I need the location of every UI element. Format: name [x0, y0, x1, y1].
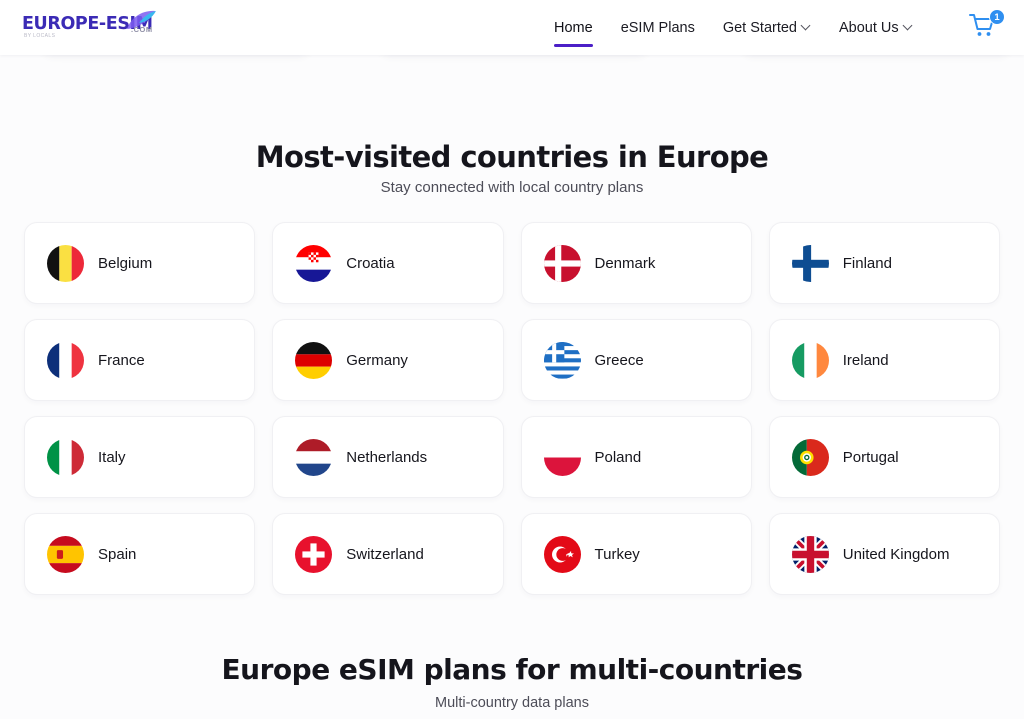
country-card-switzerland[interactable]: Switzerland: [272, 513, 504, 595]
active-tab-indicator: [554, 44, 593, 47]
main-navigation: Home eSIM Plans Get Started About Us: [540, 0, 927, 55]
nav-item-get-started[interactable]: Get Started: [709, 0, 825, 55]
chevron-down-icon: [802, 21, 811, 30]
country-card-spain[interactable]: Spain: [24, 513, 256, 595]
country-card-united-kingdom[interactable]: United Kingdom: [768, 513, 1000, 595]
flag-portugal-icon: [791, 438, 829, 476]
country-label: Germany: [346, 351, 408, 369]
country-card-greece[interactable]: Greece: [520, 319, 752, 401]
multi-country-title: Europe eSIM plans for multi-countries: [221, 653, 803, 686]
country-card-germany[interactable]: Germany: [272, 319, 504, 401]
flag-finland-icon: [791, 244, 829, 282]
country-label: Ireland: [842, 351, 889, 369]
chevron-down-icon: [904, 21, 913, 30]
country-label: Greece: [594, 351, 644, 369]
logo-tagline: BY LOCALS: [24, 33, 56, 39]
country-card-finland[interactable]: Finland: [768, 222, 1000, 304]
country-label: Croatia: [346, 254, 395, 272]
country-label: Belgium: [98, 254, 153, 272]
country-card-france[interactable]: France: [24, 319, 256, 401]
page-title: Most-visited countries in Europe: [255, 140, 769, 174]
flag-netherlands-icon: [295, 438, 333, 476]
nav-item-about-us[interactable]: About Us: [825, 0, 927, 55]
cart-button[interactable]: 1: [968, 9, 1006, 44]
country-grid: Belgium Croatia Denmark Finland France G…: [24, 222, 1000, 610]
country-card-croatia[interactable]: Croatia: [272, 222, 504, 304]
multi-country-subtitle: Multi-country data plans: [435, 695, 589, 711]
page-root: EUROPE-ESIM .COM BY LOCALS Home eSIM Pla…: [0, 0, 1024, 719]
logo-swoosh-icon: [127, 10, 156, 29]
country-card-netherlands[interactable]: Netherlands: [272, 416, 504, 498]
nav-label: About Us: [839, 19, 899, 36]
flag-france-icon: [47, 341, 84, 379]
flag-belgium-icon: [47, 244, 84, 282]
flag-ireland-icon: [791, 341, 829, 379]
flag-germany-icon: [295, 341, 333, 379]
nav-item-esim-plans[interactable]: eSIM Plans: [607, 0, 709, 55]
flag-poland-icon: [543, 438, 581, 476]
country-label: Finland: [842, 254, 892, 272]
nav-label: eSIM Plans: [620, 19, 695, 36]
flag-spain-icon: [47, 535, 84, 573]
country-label: Denmark: [594, 254, 656, 272]
country-card-portugal[interactable]: Portugal: [768, 416, 1000, 498]
cart-count-badge: 1: [989, 9, 1005, 25]
country-row: Italy Netherlands Poland Portugal: [24, 416, 1000, 498]
country-label: Turkey: [594, 545, 640, 563]
flag-switzerland-icon: [295, 535, 333, 573]
country-card-turkey[interactable]: Turkey: [520, 513, 752, 595]
country-label: United Kingdom: [842, 545, 950, 563]
nav-label: Get Started: [722, 19, 797, 36]
country-label: Poland: [594, 448, 642, 466]
country-label: Italy: [98, 448, 126, 466]
country-row: Spain Switzerland Turkey United Kingdom: [24, 513, 1000, 595]
flag-turkey-icon: [543, 535, 581, 573]
country-card-denmark[interactable]: Denmark: [520, 222, 752, 304]
page-subtitle: Stay connected with local country plans: [380, 179, 644, 196]
country-label: Spain: [98, 545, 137, 563]
site-logo[interactable]: EUROPE-ESIM .COM BY LOCALS: [22, 8, 182, 46]
country-card-poland[interactable]: Poland: [520, 416, 752, 498]
country-card-belgium[interactable]: Belgium: [24, 222, 256, 304]
country-label: Netherlands: [346, 448, 428, 466]
country-label: France: [98, 351, 145, 369]
flag-croatia-icon: [295, 244, 333, 282]
flag-united-kingdom-icon: [791, 535, 829, 573]
country-row: Belgium Croatia Denmark Finland: [24, 222, 1000, 304]
flag-denmark-icon: [543, 244, 581, 282]
nav-item-home[interactable]: Home: [540, 0, 607, 55]
country-card-ireland[interactable]: Ireland: [768, 319, 1000, 401]
site-header: EUROPE-ESIM .COM BY LOCALS Home eSIM Pla…: [0, 0, 1024, 55]
flag-italy-icon: [47, 438, 84, 476]
nav-label: Home: [554, 19, 593, 36]
country-card-italy[interactable]: Italy: [24, 416, 256, 498]
country-row: France Germany Greece Ireland: [24, 319, 1000, 401]
flag-greece-icon: [543, 341, 581, 379]
country-label: Switzerland: [346, 545, 424, 563]
country-label: Portugal: [842, 448, 899, 466]
